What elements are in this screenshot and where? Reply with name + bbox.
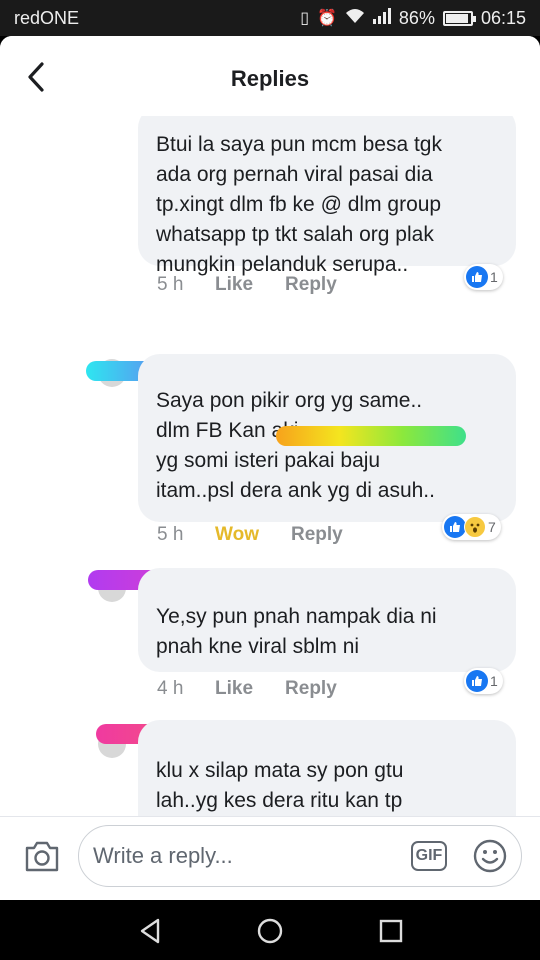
reaction-count: 1 <box>490 269 498 285</box>
replies-sheet: Replies Btui la saya pun mcm besa tgk ad… <box>0 36 540 900</box>
reply-button[interactable]: Reply <box>285 274 337 296</box>
signal-icon <box>372 7 391 29</box>
comment-actions: 5 h Like Reply <box>157 274 369 296</box>
comment-text: Btui la saya pun mcm besa tgk ada org pe… <box>156 133 442 276</box>
comment-time: 4 h <box>157 678 184 699</box>
comment-text: klu x silap mata sy pon gtu lah..yg kes … <box>156 759 404 812</box>
wifi-icon <box>345 8 365 29</box>
reaction-summary[interactable]: 1 <box>464 264 503 290</box>
comment-bubble[interactable]: Btui la saya pun mcm besa tgk ada org pe… <box>138 116 516 276</box>
like-button[interactable]: Like <box>215 274 253 296</box>
comment-text: Saya pon pikir org yg same.. dlm FB Kan … <box>156 389 435 502</box>
comment-actions: 5 h Wow Reply <box>157 524 375 546</box>
replies-thread[interactable]: Btui la saya pun mcm besa tgk ada org pe… <box>0 116 540 816</box>
page-title: Replies <box>230 66 310 91</box>
reaction-summary[interactable]: 7 <box>442 514 501 540</box>
reaction-summary[interactable]: 1 <box>464 668 503 694</box>
comment-bubble[interactable]: Ye,sy pun pnah nampak dia ni pnah kne vi… <box>138 568 516 672</box>
comment-bubble[interactable]: klu x silap mata sy pon gtu lah..yg kes … <box>138 720 516 816</box>
comment-time: 5 h <box>157 274 184 295</box>
battery-icon <box>442 10 476 26</box>
clock: 06:15 <box>480 7 526 28</box>
reply-input[interactable] <box>93 836 413 876</box>
reaction-count: 1 <box>490 673 498 689</box>
like-reaction-icon <box>466 266 488 288</box>
wow-button[interactable]: Wow <box>215 524 259 546</box>
carrier-name: redONE <box>14 7 80 28</box>
battery-percent: 86% <box>398 7 435 28</box>
comment-text: Ye,sy pun pnah nampak dia ni pnah kne vi… <box>156 605 437 658</box>
vibrate-icon: ▯ <box>300 10 309 27</box>
emoji-icon[interactable] <box>472 838 508 874</box>
reply-button[interactable]: Reply <box>291 524 343 546</box>
wow-reaction-icon <box>464 516 486 538</box>
recents-square-icon[interactable] <box>376 916 406 946</box>
camera-icon[interactable] <box>24 839 60 873</box>
like-button[interactable]: Like <box>215 678 253 700</box>
reply-input-wrapper: GIF <box>78 825 522 887</box>
comment-actions: 4 h Like Reply <box>157 678 369 700</box>
reaction-count: 7 <box>488 519 496 535</box>
alarm-icon: ⏰ <box>317 10 337 27</box>
system-nav-bar <box>0 900 540 960</box>
reply-composer: GIF <box>0 816 540 900</box>
back-triangle-icon[interactable] <box>136 916 166 946</box>
reply-button[interactable]: Reply <box>285 678 337 700</box>
comment-time: 5 h <box>157 524 184 545</box>
header: Replies <box>0 36 540 116</box>
status-bar: redONE ▯ ⏰ 86% 06:15 <box>0 0 540 36</box>
like-reaction-icon <box>444 516 466 538</box>
like-reaction-icon <box>466 670 488 692</box>
redacted-inline-name <box>276 426 466 446</box>
home-circle-icon[interactable] <box>255 916 285 946</box>
gif-button[interactable]: GIF <box>411 841 447 871</box>
status-icons: ▯ ⏰ 86% 06:15 <box>300 7 526 29</box>
